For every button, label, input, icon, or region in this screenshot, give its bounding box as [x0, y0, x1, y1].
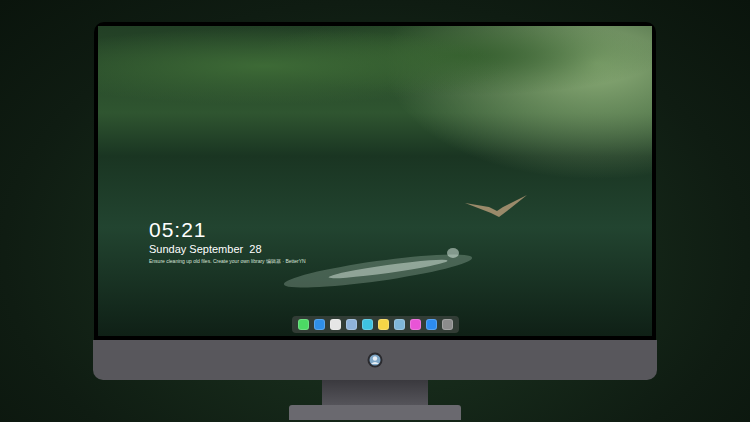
water-splash-icon — [278, 241, 478, 301]
monitor-stand-neck — [322, 380, 428, 405]
dock-app-icon[interactable] — [410, 319, 421, 330]
spacer — [98, 126, 652, 218]
dock-row — [98, 316, 652, 336]
desktop-wallpaper: 05:21Sunday September 28Ensure cleaning … — [98, 26, 652, 336]
page: 05:21Sunday September 28Ensure cleaning … — [0, 0, 750, 422]
dock-app-icon[interactable] — [330, 319, 341, 330]
monitor-stand-base — [289, 405, 461, 420]
dock-app-icon[interactable] — [426, 319, 437, 330]
bird-icon — [463, 191, 529, 221]
monitor-bezel: 05:21Sunday September 28Ensure cleaning … — [94, 22, 656, 340]
clock-date: Sunday September 28 — [149, 242, 652, 257]
dock-app-icon[interactable] — [394, 319, 405, 330]
clock-time: 05:21 — [149, 218, 652, 242]
dock-app-icon[interactable] — [346, 319, 357, 330]
monitor-chin — [93, 340, 657, 380]
dock — [292, 316, 459, 333]
dock-app-icon[interactable] — [314, 319, 325, 330]
clock-tagline: Ensure cleaning up old files. Create you… — [149, 257, 652, 266]
foliage — [98, 26, 652, 126]
logo-icon — [367, 352, 383, 368]
lock-clock: 05:21Sunday September 28Ensure cleaning … — [98, 218, 652, 266]
dock-app-icon[interactable] — [378, 319, 389, 330]
dock-app-icon[interactable] — [362, 319, 373, 330]
dock-app-icon[interactable] — [298, 319, 309, 330]
dock-app-icon[interactable] — [442, 319, 453, 330]
